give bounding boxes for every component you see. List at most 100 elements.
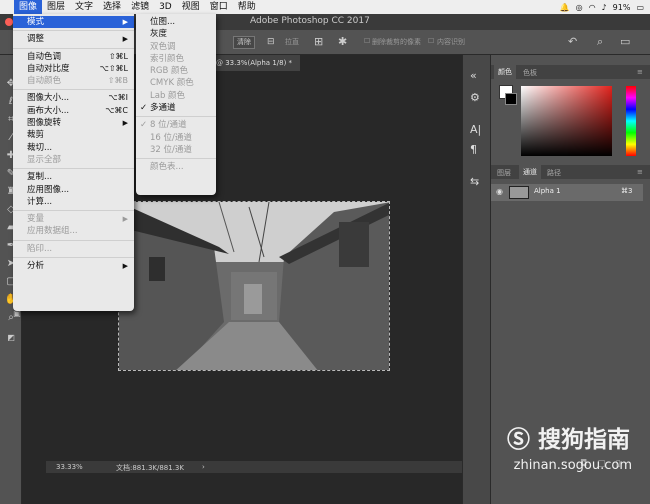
menu-item-apply-image[interactable]: 应用图像... bbox=[13, 184, 134, 196]
mode-item-indexed: 索引颜色 bbox=[150, 53, 185, 64]
properties-icon[interactable]: ⚙ bbox=[470, 91, 480, 104]
hue-slider[interactable] bbox=[626, 86, 636, 156]
menu-item-mode[interactable]: 模式 ▶ bbox=[13, 16, 134, 29]
menu-item-variables: 变量 ▶ bbox=[27, 214, 128, 225]
tab-channels[interactable]: 通道 bbox=[519, 165, 541, 179]
menu-separator bbox=[13, 47, 134, 49]
menu-item-calculations[interactable]: 计算... bbox=[13, 196, 134, 208]
mode-item-multichannel[interactable]: ✓ 多通道 bbox=[136, 102, 216, 114]
visibility-eye-icon[interactable]: ◉ bbox=[496, 187, 503, 196]
doc-size: 文档:881.3K/881.3K bbox=[116, 464, 184, 472]
menu-separator bbox=[13, 239, 134, 241]
gear-icon[interactable]: ✱ bbox=[338, 35, 347, 48]
sogou-watermark-url: zhinan.sogou.com bbox=[513, 458, 632, 473]
mode-item-8bit: ✓ 8 位/通道 bbox=[140, 120, 187, 131]
menu-item-auto-contrast[interactable]: 自动对比度 ⌥⇧⌘L bbox=[13, 63, 134, 75]
channels-menu-icon[interactable]: ≡ bbox=[637, 168, 643, 176]
color-swatches-icon[interactable]: ◩ bbox=[4, 331, 18, 345]
mode-item-grayscale[interactable]: 灰度 bbox=[136, 28, 216, 40]
delete-cropped-label[interactable]: 删除裁剪的像素 bbox=[372, 37, 421, 47]
content-aware-label[interactable]: 内容识别 bbox=[437, 37, 465, 47]
menu-separator bbox=[13, 210, 134, 212]
menu-3d[interactable]: 3D bbox=[154, 0, 177, 14]
search-icon[interactable]: ⌕ bbox=[597, 35, 603, 49]
panel-icon-strip: « ⚙ A| ¶ ⇆ bbox=[462, 55, 490, 504]
battery-icon: ▭ bbox=[636, 2, 644, 12]
menu-layer[interactable]: 图层 bbox=[42, 0, 70, 14]
tab-color[interactable]: 颜色 bbox=[494, 65, 516, 79]
delete-cropped-checkbox-icon[interactable]: ☐ bbox=[364, 37, 370, 45]
color-panel-tabs: 颜色 色板 ≡ bbox=[491, 65, 650, 79]
menu-item-auto-color: 自动颜色 ⇧⌘B bbox=[27, 76, 128, 87]
reset-icon[interactable]: ↶ bbox=[568, 35, 577, 48]
menu-item-crop[interactable]: 裁剪 bbox=[13, 129, 134, 141]
mode-item-lab: Lab 颜色 bbox=[150, 90, 186, 101]
history-icon[interactable]: ⇆ bbox=[470, 175, 479, 188]
color-field[interactable] bbox=[521, 86, 612, 156]
collapse-panels-icon[interactable]: « bbox=[470, 69, 477, 82]
menu-item-image-rotation[interactable]: 图像旋转 ▶ bbox=[13, 117, 134, 129]
menu-image[interactable]: 图像 bbox=[14, 0, 43, 14]
clear-button[interactable]: 清除 bbox=[233, 36, 255, 49]
menu-type[interactable]: 文字 bbox=[70, 0, 98, 14]
checkmark-icon: ✓ bbox=[140, 103, 148, 114]
checkmark-icon: ✓ bbox=[140, 120, 148, 131]
submenu-arrow-icon: ▶ bbox=[122, 35, 128, 44]
straighten-icon[interactable]: ⊟ bbox=[267, 37, 275, 47]
submenu-arrow-icon: ▶ bbox=[122, 262, 128, 271]
sogou-logo-icon: Ⓢ bbox=[506, 427, 530, 453]
mode-item-bitmap[interactable]: 位图... bbox=[136, 16, 216, 28]
mode-item-cmyk: CMYK 颜色 bbox=[150, 78, 194, 89]
menu-help[interactable]: 帮助 bbox=[233, 0, 261, 14]
mode-submenu: 位图... 灰度 双色调 索引颜色 RGB 颜色 CMYK 颜色 Lab 颜色 … bbox=[136, 14, 216, 195]
mode-item-32bit: 32 位/通道 bbox=[150, 144, 192, 155]
menu-window[interactable]: 窗口 bbox=[205, 0, 233, 14]
menu-separator bbox=[13, 168, 134, 170]
submenu-arrow-icon: ▶ bbox=[122, 18, 128, 26]
zoom-level[interactable]: 33.33% bbox=[56, 463, 83, 471]
paragraph-icon[interactable]: ¶ bbox=[470, 143, 477, 156]
menu-separator bbox=[136, 116, 216, 118]
sogou-watermark-brand: Ⓢ 搜狗指南 bbox=[507, 420, 630, 454]
workspace-icon[interactable]: ▭ bbox=[620, 35, 630, 48]
menu-item-image-size[interactable]: 图像大小... ⌥⌘I bbox=[13, 92, 134, 104]
menu-item-canvas-size[interactable]: 画布大小... ⌥⌘C bbox=[13, 105, 134, 117]
menu-item-reveal-all: 显示全部 bbox=[27, 154, 62, 165]
menu-filter[interactable]: 滤镜 bbox=[126, 0, 154, 14]
menu-view[interactable]: 视图 bbox=[177, 0, 205, 14]
background-color-swatch[interactable] bbox=[505, 93, 517, 105]
content-aware-checkbox-icon[interactable]: ☐ bbox=[428, 37, 434, 45]
tab-paths[interactable]: 路径 bbox=[547, 168, 561, 178]
alley-photo bbox=[119, 202, 389, 370]
wifi-icon[interactable]: ◠ bbox=[589, 3, 596, 12]
menu-separator bbox=[13, 30, 134, 32]
window-title: Adobe Photoshop CC 2017 bbox=[250, 16, 370, 26]
channel-row[interactable]: ◉ Alpha 1 ⌘3 bbox=[491, 184, 643, 201]
channel-thumbnail bbox=[509, 186, 529, 199]
status-arrow-icon[interactable]: › bbox=[202, 463, 205, 471]
overlay-grid-icon[interactable]: ⊞ bbox=[314, 35, 323, 48]
character-icon[interactable]: A| bbox=[470, 123, 481, 136]
menu-item-trim[interactable]: 裁切... bbox=[13, 142, 134, 154]
channels-panel-tabs: 图层 通道 路径 ≡ bbox=[491, 165, 650, 179]
menu-item-duplicate[interactable]: 复制... bbox=[13, 171, 134, 183]
document-image[interactable] bbox=[118, 201, 390, 371]
menu-item-adjustments[interactable]: 调整 ▶ bbox=[13, 33, 134, 45]
close-window-button[interactable] bbox=[5, 18, 13, 26]
apple-menu-icon[interactable] bbox=[0, 0, 14, 14]
notification-bell-icon[interactable]: 🔔 bbox=[560, 3, 570, 12]
submenu-arrow-icon: ▶ bbox=[122, 215, 128, 224]
mode-item-rgb: RGB 颜色 bbox=[150, 66, 189, 77]
panel-menu-icon[interactable]: ≡ bbox=[637, 68, 643, 76]
tab-swatches[interactable]: 色板 bbox=[523, 68, 537, 78]
document-tab[interactable]: @ 33.3%(Alpha 1/8) * bbox=[212, 55, 300, 71]
menu-item-auto-tone[interactable]: 自动色调 ⇧⌘L bbox=[13, 51, 134, 63]
menu-select[interactable]: 选择 bbox=[98, 0, 126, 14]
volume-icon[interactable]: ♪ bbox=[602, 3, 607, 12]
menu-item-analysis[interactable]: 分析 ▶ bbox=[13, 260, 134, 272]
straighten-label[interactable]: 拉直 bbox=[285, 37, 299, 47]
channel-name: Alpha 1 bbox=[534, 187, 561, 195]
menu-item-trap: 陷印... bbox=[27, 243, 53, 254]
sync-icon[interactable]: ◎ bbox=[576, 3, 583, 12]
tab-layers[interactable]: 图层 bbox=[497, 168, 511, 178]
